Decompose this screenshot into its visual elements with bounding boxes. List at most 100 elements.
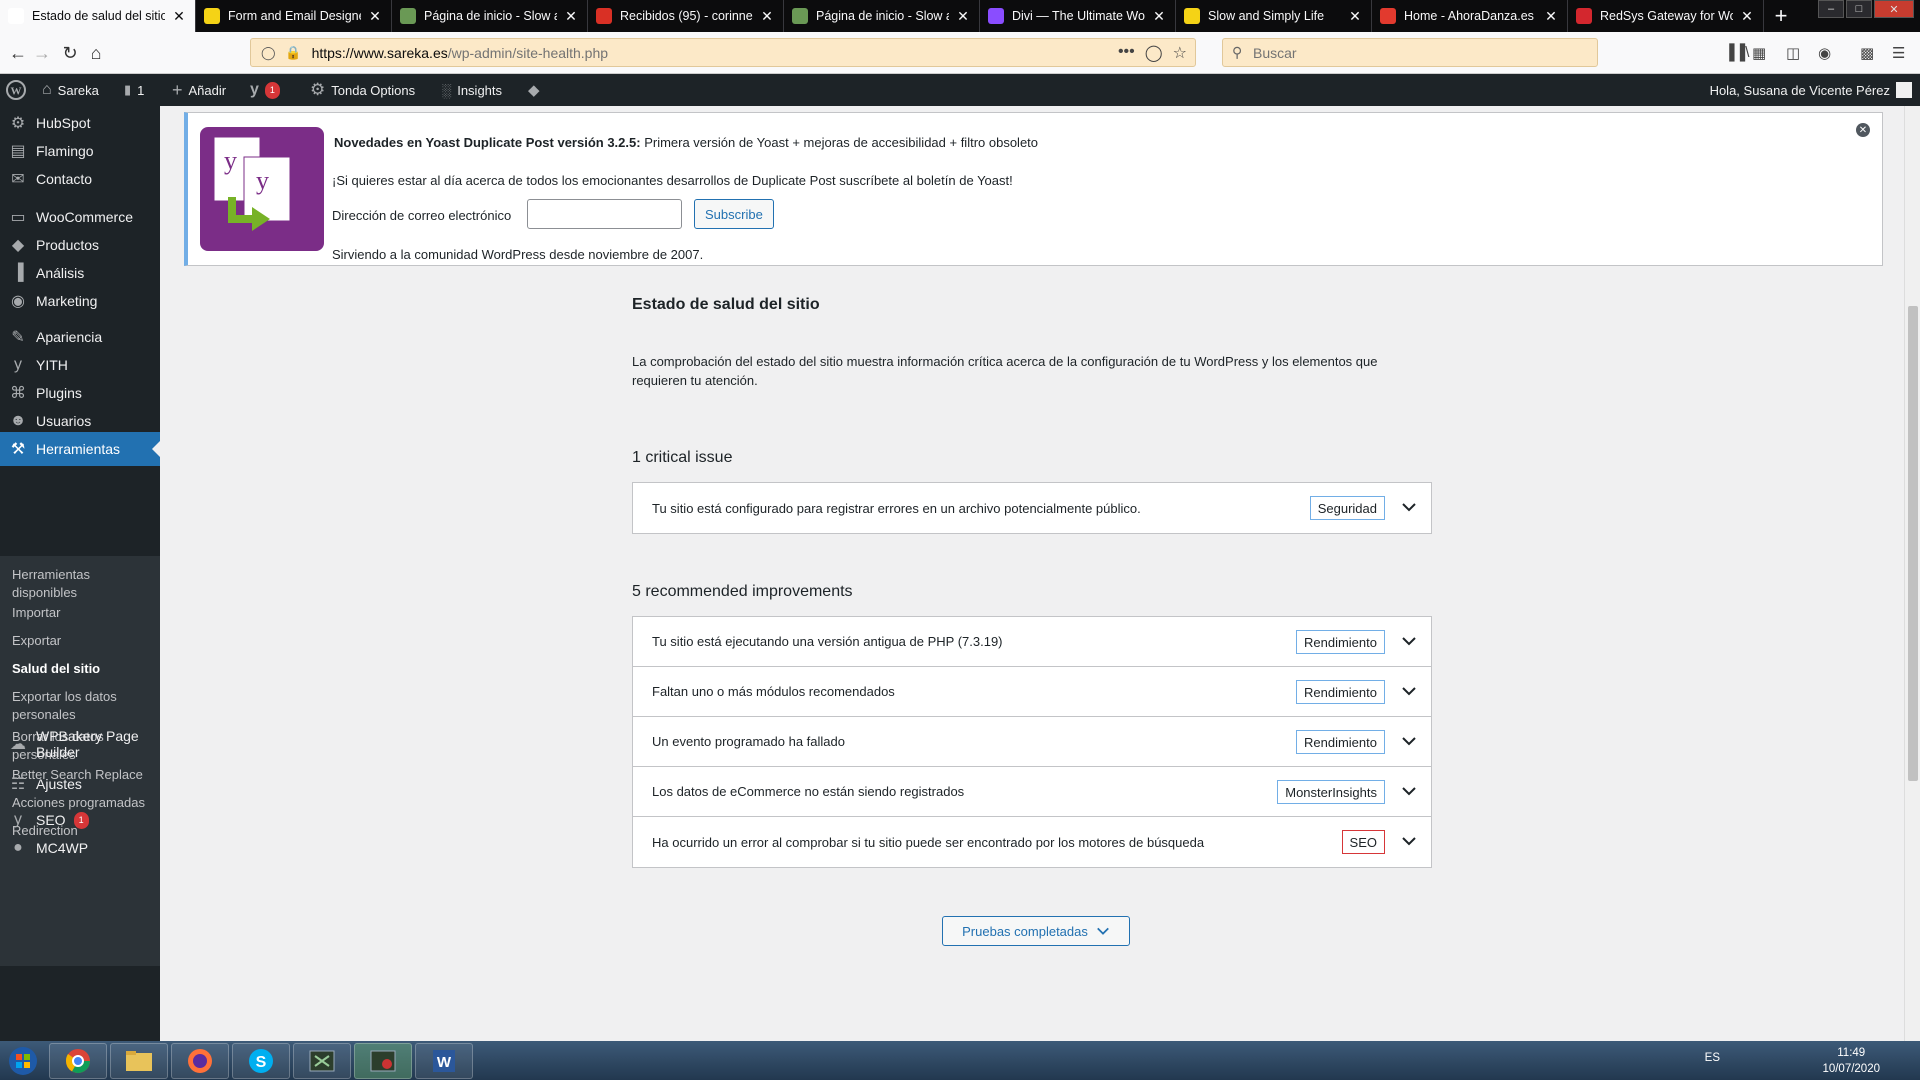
file-explorer-icon[interactable]	[110, 1042, 168, 1079]
sidebar-item-label: Herramientas	[36, 441, 121, 457]
menu-icon[interactable]: ☰	[1892, 44, 1905, 62]
url-bar[interactable]: ◯ 🔒 https://www.sareka.es/wp-admin/site-…	[250, 38, 1196, 67]
browser-tab[interactable]: Home - AhoraDanza.es ✕	[1372, 0, 1568, 32]
sidebar-item-label: Productos	[36, 237, 100, 253]
sidebar-item-wpbakery-page-builder[interactable]: ☁ WPBakery Page Builder	[0, 724, 160, 764]
chrome-icon[interactable]	[49, 1042, 107, 1079]
close-tab-icon[interactable]: ✕	[171, 8, 187, 25]
passed-tests-button[interactable]: Pruebas completadas	[942, 916, 1130, 946]
minimize-icon[interactable]: –	[1818, 0, 1844, 18]
chevron-down-icon[interactable]	[1401, 833, 1417, 849]
chevron-down-icon[interactable]	[1401, 499, 1417, 515]
app-icon[interactable]	[293, 1042, 351, 1079]
dismiss-notice-icon[interactable]: ✕	[1856, 123, 1870, 137]
library-icon[interactable]: ▐▐\	[1724, 44, 1749, 61]
close-tab-icon[interactable]: ✕	[955, 8, 971, 25]
close-window-icon[interactable]: ✕	[1874, 0, 1914, 18]
close-tab-icon[interactable]: ✕	[1739, 8, 1755, 25]
maximize-icon[interactable]: □	[1846, 0, 1872, 18]
health-issue-row[interactable]: Tu sitio está configurado para registrar…	[633, 483, 1431, 533]
sidebar-icon[interactable]: ◫	[1786, 44, 1800, 62]
sidebar-item-marketing[interactable]: ◉ Marketing	[0, 284, 160, 318]
app-icon-2[interactable]	[354, 1042, 412, 1079]
bookmark-star-icon[interactable]: ☆	[1173, 43, 1187, 63]
health-issue-row[interactable]: Un evento programado ha fallado Rendimien…	[633, 717, 1431, 767]
sidebar-item-label: MC4WP	[36, 840, 89, 856]
rss-icon[interactable]: ▦	[1752, 44, 1766, 62]
comments-link[interactable]: ▮ 1	[124, 74, 144, 106]
submenu-item[interactable]: Herramientas disponibles	[12, 566, 152, 602]
close-tab-icon[interactable]: ✕	[1151, 8, 1167, 25]
sidebar-item-ajustes[interactable]: ☷ Ajustes	[0, 767, 160, 801]
windows-start-icon[interactable]	[0, 1043, 46, 1079]
back-icon[interactable]: ←	[6, 41, 30, 65]
site-name-link[interactable]: ⌂ Sareka	[42, 74, 99, 106]
avatar[interactable]	[1896, 74, 1912, 106]
ahoradanza-favicon	[1380, 8, 1396, 24]
browser-tab[interactable]: RedSys Gateway for WooCo ✕	[1568, 0, 1764, 32]
pocket-icon[interactable]: ◯	[1145, 43, 1163, 63]
close-tab-icon[interactable]: ✕	[367, 8, 383, 25]
wordpress-logo-icon[interactable]: W	[6, 74, 26, 106]
browser-tab[interactable]: Form and Email Designer ✕	[196, 0, 392, 32]
scrollbar-thumb[interactable]	[1908, 306, 1918, 781]
chevron-down-icon[interactable]	[1401, 683, 1417, 699]
skype-icon[interactable]: S	[232, 1042, 290, 1079]
close-tab-icon[interactable]: ✕	[759, 8, 775, 25]
language-indicator[interactable]: ES	[1705, 1052, 1720, 1064]
forward-icon[interactable]: →	[30, 41, 54, 65]
health-issue-row[interactable]: Ha ocurrido un error al comprobar si tu …	[633, 817, 1431, 867]
issue-label: Los datos de eCommerce no están siendo r…	[652, 784, 965, 799]
system-clock[interactable]: 11:49 10/07/2020	[1822, 1045, 1880, 1077]
email-field[interactable]	[527, 199, 682, 229]
lock-icon: 🔒	[285, 44, 302, 60]
chevron-down-icon[interactable]	[1401, 783, 1417, 799]
firefox-icon[interactable]	[171, 1042, 229, 1079]
theme-options-link[interactable]: ⚙ Tonda Options	[310, 74, 415, 106]
home-icon[interactable]: ⌂	[84, 41, 108, 65]
browser-tab[interactable]: Estado de salud del sitio ✕	[0, 0, 196, 32]
page-actions-icon[interactable]: •••	[1118, 43, 1135, 63]
account-icon[interactable]: ◉	[1818, 44, 1831, 62]
new-tab-icon[interactable]: +	[1764, 0, 1798, 32]
sidebar-item-herramientas[interactable]: ⚒ Herramientas	[0, 432, 160, 466]
sidebar-item-mc4wp[interactable]: ● MC4WP	[0, 831, 160, 865]
chevron-down-icon[interactable]	[1401, 733, 1417, 749]
diamond-icon[interactable]: ◆	[528, 74, 540, 106]
sidebar-item-contacto[interactable]: ✉ Contacto	[0, 162, 160, 196]
critical-issues-list: Tu sitio está configurado para registrar…	[632, 482, 1432, 534]
browser-navbar: ← → ↻ ⌂ ◯ 🔒 https://www.sareka.es/wp-adm…	[0, 32, 1920, 74]
submenu-item[interactable]: Importar	[12, 604, 152, 622]
wp-admin-bar: W ⌂ Sareka ▮ 1 + Añadir y 1 ⚙ Tonda Opti…	[0, 74, 1920, 106]
new-content-link[interactable]: + Añadir	[172, 74, 226, 106]
page-scrollbar[interactable]	[1904, 106, 1920, 1041]
issue-category-badge: Rendimiento	[1296, 630, 1385, 654]
health-issue-row[interactable]: Los datos de eCommerce no están siendo r…	[633, 767, 1431, 817]
account-greeting[interactable]: Hola, Susana de Vicente Pérez	[1710, 74, 1890, 106]
close-tab-icon[interactable]: ✕	[1347, 8, 1363, 25]
search-input[interactable]: ⚲ Buscar	[1222, 38, 1598, 67]
windows-taskbar: S W ES 11:49 10/07/2020	[0, 1041, 1920, 1080]
submenu-item[interactable]: Exportar los datos personales	[12, 688, 152, 724]
sidebar-item-label: WooCommerce	[36, 209, 133, 225]
browser-tab[interactable]: Página de inicio - Slow and ✕	[784, 0, 980, 32]
subscribe-button[interactable]: Subscribe	[694, 199, 774, 229]
browser-tab[interactable]: Slow and Simply Life ✕	[1176, 0, 1372, 32]
yoast-notification-badge: 1	[264, 81, 280, 99]
insights-link[interactable]: ░ Insights	[442, 74, 502, 106]
word-icon[interactable]: W	[415, 1042, 473, 1079]
chevron-down-icon[interactable]	[1401, 633, 1417, 649]
health-issue-row[interactable]: Faltan uno o más módulos recomendados Ren…	[633, 667, 1431, 717]
close-tab-icon[interactable]: ✕	[563, 8, 579, 25]
window-controls: – □ ✕	[1818, 0, 1914, 18]
browser-tab[interactable]: Página de inicio - Slow and ✕	[392, 0, 588, 32]
submenu-item[interactable]: Exportar	[12, 632, 152, 650]
extensions-icon[interactable]: ▩	[1860, 44, 1874, 62]
health-issue-row[interactable]: Tu sitio está ejecutando una versión ant…	[633, 617, 1431, 667]
reload-icon[interactable]: ↻	[58, 41, 82, 65]
yoast-link[interactable]: y 1	[250, 74, 280, 106]
browser-tab[interactable]: Recibidos (95) - corinnecl ✕	[588, 0, 784, 32]
submenu-item[interactable]: Salud del sitio	[12, 660, 152, 678]
browser-tab[interactable]: Divi — The Ultimate WordPr ✕	[980, 0, 1176, 32]
close-tab-icon[interactable]: ✕	[1543, 8, 1559, 25]
